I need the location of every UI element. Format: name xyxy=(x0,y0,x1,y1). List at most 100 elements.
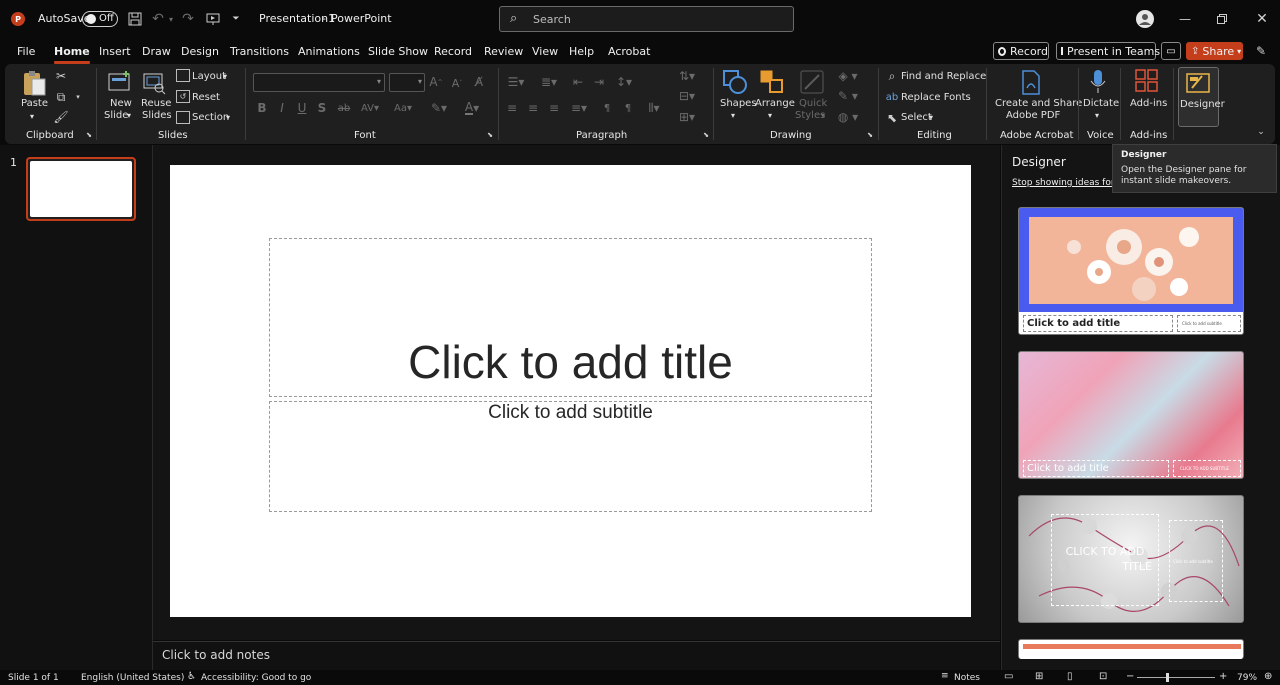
bullets-icon[interactable]: ☰▾ xyxy=(504,74,528,90)
align-left-icon[interactable]: ≡ xyxy=(505,100,519,116)
dictate-dropdown-icon[interactable]: ▾ xyxy=(1095,110,1099,122)
rtl-icon[interactable]: ¶ xyxy=(621,100,635,116)
autosave-toggle[interactable]: Off xyxy=(82,11,118,27)
arrange-dropdown-icon[interactable]: ▾ xyxy=(768,110,772,122)
section-dropdown-icon[interactable]: ▾ xyxy=(226,112,230,124)
undo-icon[interactable]: ↶ xyxy=(150,11,166,27)
find-icon[interactable]: ⌕ xyxy=(885,69,899,83)
design-idea-card[interactable]: Click to add title CLICK TO ADD SUBTITLE xyxy=(1018,351,1244,479)
quick-styles-label-1[interactable]: Quick xyxy=(799,98,827,110)
shape-effects-icon[interactable]: ◍ ▾ xyxy=(834,109,862,125)
select-dropdown-icon[interactable]: ▾ xyxy=(929,112,933,124)
shapes-label[interactable]: Shapes xyxy=(720,98,757,110)
search-input[interactable]: Search xyxy=(533,13,571,26)
redo-icon[interactable]: ↷ xyxy=(180,11,196,27)
ltr-icon[interactable]: ¶ xyxy=(600,100,614,116)
underline-icon[interactable]: U xyxy=(296,100,308,116)
create-pdf-icon[interactable] xyxy=(1020,70,1042,96)
reading-view-icon[interactable]: ▯ xyxy=(1067,671,1073,682)
replace-fonts-label[interactable]: Replace Fonts xyxy=(901,92,971,104)
new-slide-icon[interactable] xyxy=(107,70,131,94)
notes-toggle[interactable]: Notes xyxy=(954,673,980,683)
layout-dropdown-icon[interactable]: ▾ xyxy=(223,71,227,83)
account-avatar[interactable] xyxy=(1136,10,1154,28)
close-icon[interactable]: ✕ xyxy=(1255,11,1269,27)
italic-icon[interactable]: I xyxy=(276,100,288,116)
quick-styles-icon[interactable] xyxy=(799,69,825,95)
decrease-font-icon[interactable]: Aˇ xyxy=(450,75,464,91)
add-ins-label[interactable]: Add-ins xyxy=(1130,98,1167,110)
title-placeholder[interactable]: Click to add title xyxy=(269,238,872,397)
stop-showing-ideas-link[interactable]: Stop showing ideas for n xyxy=(1012,178,1123,188)
copilot-pen-icon[interactable]: ✎ xyxy=(1253,43,1269,59)
design-idea-card[interactable]: Click to add title Click to add subtitle xyxy=(1018,207,1244,335)
font-launcher-icon[interactable]: ⬊ xyxy=(486,130,494,140)
subtitle-placeholder[interactable]: Click to add subtitle xyxy=(269,401,872,512)
search-box[interactable]: ⌕ Search xyxy=(499,6,794,32)
tab-file[interactable]: File xyxy=(17,45,35,58)
reset-icon[interactable]: ↺ xyxy=(176,90,190,103)
arrange-label[interactable]: Arrange xyxy=(755,98,795,110)
tab-acrobat[interactable]: Acrobat xyxy=(608,45,650,58)
accessibility-status[interactable]: Accessibility: Good to go xyxy=(201,673,311,683)
strikethrough-icon[interactable]: ab xyxy=(336,100,352,116)
arrange-icon[interactable] xyxy=(759,69,785,95)
align-center-icon[interactable]: ≡ xyxy=(526,100,540,116)
drawing-launcher-icon[interactable]: ⬊ xyxy=(866,130,874,140)
tab-design[interactable]: Design xyxy=(181,45,219,58)
zoom-slider[interactable] xyxy=(1137,673,1215,682)
line-spacing-icon[interactable]: ↕▾ xyxy=(612,74,636,90)
present-in-teams-button[interactable]: Present in Teams xyxy=(1056,42,1160,60)
slide-canvas[interactable]: Click to add title Click to add subtitle xyxy=(170,165,971,617)
slide-thumbnail[interactable] xyxy=(26,157,136,221)
tab-review[interactable]: Review xyxy=(484,45,523,58)
present-from-start-icon[interactable] xyxy=(205,11,221,27)
normal-view-icon[interactable]: ▭ xyxy=(1004,671,1013,682)
create-share-pdf-label-1[interactable]: Create and Share xyxy=(995,98,1082,110)
slide-sorter-icon[interactable]: ⊞ xyxy=(1035,671,1043,682)
zoom-out-icon[interactable]: − xyxy=(1126,671,1134,682)
shadow-icon[interactable]: S xyxy=(316,100,328,116)
minimize-icon[interactable]: — xyxy=(1178,11,1192,27)
shape-fill-icon[interactable]: ◈ ▾ xyxy=(834,68,862,84)
select-label[interactable]: Select xyxy=(901,112,932,124)
save-icon[interactable] xyxy=(127,11,143,27)
copy-icon[interactable]: ⧉ xyxy=(54,89,68,105)
language-status[interactable]: English (United States) xyxy=(81,673,184,683)
highlight-icon[interactable]: ✎▾ xyxy=(427,100,451,116)
customize-toolbar-icon[interactable]: ⏷ xyxy=(230,12,242,26)
slide-show-icon[interactable]: ⊡ xyxy=(1099,671,1107,682)
zoom-slider-thumb[interactable] xyxy=(1166,673,1169,682)
cut-icon[interactable]: ✂ xyxy=(54,68,68,84)
paste-label[interactable]: Paste xyxy=(21,98,48,110)
find-replace-label[interactable]: Find and Replace xyxy=(901,71,986,83)
quick-styles-dropdown-icon[interactable]: ▾ xyxy=(821,110,825,122)
tab-draw[interactable]: Draw xyxy=(142,45,171,58)
layout-label[interactable]: Layout xyxy=(192,71,226,83)
tab-view[interactable]: View xyxy=(532,45,558,58)
maximize-icon[interactable] xyxy=(1215,11,1229,27)
reuse-slides-icon[interactable] xyxy=(142,71,166,95)
share-button[interactable]: ⇪ Share ▾ xyxy=(1186,42,1243,60)
font-name-combo[interactable]: ▾ xyxy=(253,73,385,92)
font-size-combo[interactable]: ▾ xyxy=(389,73,425,92)
dictate-label[interactable]: Dictate xyxy=(1083,98,1119,110)
numbering-icon[interactable]: ≣▾ xyxy=(537,74,561,90)
zoom-in-icon[interactable]: + xyxy=(1219,671,1227,682)
tab-record[interactable]: Record xyxy=(434,45,472,58)
section-label[interactable]: Section xyxy=(192,112,229,124)
change-case-icon[interactable]: Aa▾ xyxy=(391,100,415,116)
shapes-icon[interactable] xyxy=(722,69,748,95)
decrease-indent-icon[interactable]: ⇤ xyxy=(571,74,585,90)
paragraph-launcher-icon[interactable]: ⬊ xyxy=(702,130,710,140)
smartart-icon[interactable]: ⊞▾ xyxy=(676,109,698,125)
tab-transitions[interactable]: Transitions xyxy=(230,45,289,58)
tab-animations[interactable]: Animations xyxy=(298,45,360,58)
reuse-slides-label-1[interactable]: Reuse xyxy=(141,98,171,110)
tab-insert[interactable]: Insert xyxy=(99,45,131,58)
character-spacing-icon[interactable]: AV▾ xyxy=(358,100,382,116)
design-idea-card[interactable]: CLICK TO ADD TITLE Click to add subtitle xyxy=(1018,495,1244,623)
clipboard-launcher-icon[interactable]: ⬊ xyxy=(85,130,93,140)
layout-icon[interactable] xyxy=(176,69,190,82)
increase-font-icon[interactable]: A ^ xyxy=(429,74,443,90)
